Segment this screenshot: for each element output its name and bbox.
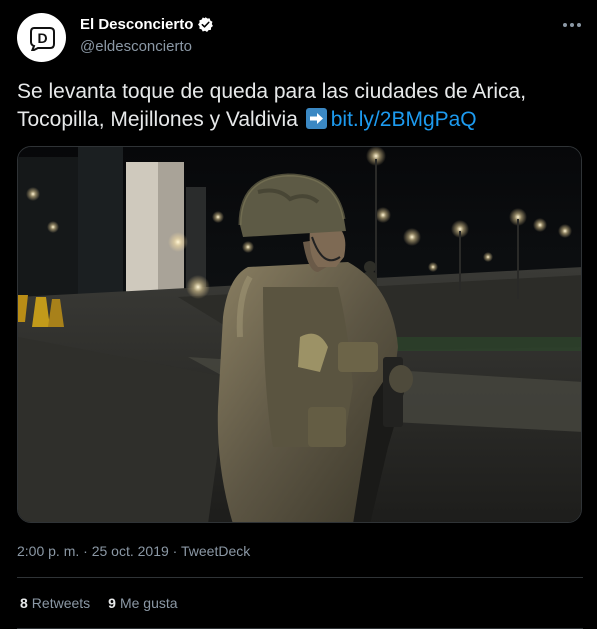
retweets-count: 8 [20,595,28,611]
tweet-body: Se levanta toque de queda para las ciuda… [17,78,582,134]
avatar[interactable]: D [17,13,66,62]
tweet-time[interactable]: 2:00 p. m. [17,543,79,559]
tweet-metadata: 2:00 p. m. · 25 oct. 2019 · TweetDeck [17,543,250,559]
user-handle[interactable]: @eldesconcierto [80,38,192,55]
likes-stat[interactable]: 9 Me gusta [108,595,177,611]
verified-badge-icon [198,17,214,32]
tweet-link[interactable]: bit.ly/2BMgPaQ [331,108,477,131]
meta-separator: · [83,543,88,559]
display-name-text: El Desconcierto [80,16,194,33]
brand-logo-icon: D [29,26,55,51]
more-dots-icon [563,23,581,27]
likes-label: Me gusta [119,595,178,611]
tweet-card: D El Desconcierto @eldesconcierto Se lev… [0,0,597,629]
photo-soldier-night [18,147,581,522]
divider-top [17,577,583,578]
tweet-photo[interactable] [17,146,582,523]
likes-count: 9 [108,595,116,611]
tweet-date[interactable]: 25 oct. 2019 [92,543,169,559]
arrow-right-icon [305,108,327,129]
tweet-source[interactable]: TweetDeck [181,543,250,559]
svg-text:D: D [37,30,47,46]
more-options-button[interactable] [561,14,583,36]
meta-separator-2: · [172,543,178,559]
engagement-stats: 8 Retweets 9 Me gusta [20,595,178,611]
display-name[interactable]: El Desconcierto [80,16,214,33]
retweets-label: Retweets [31,595,91,611]
retweets-stat[interactable]: 8 Retweets [20,595,90,611]
